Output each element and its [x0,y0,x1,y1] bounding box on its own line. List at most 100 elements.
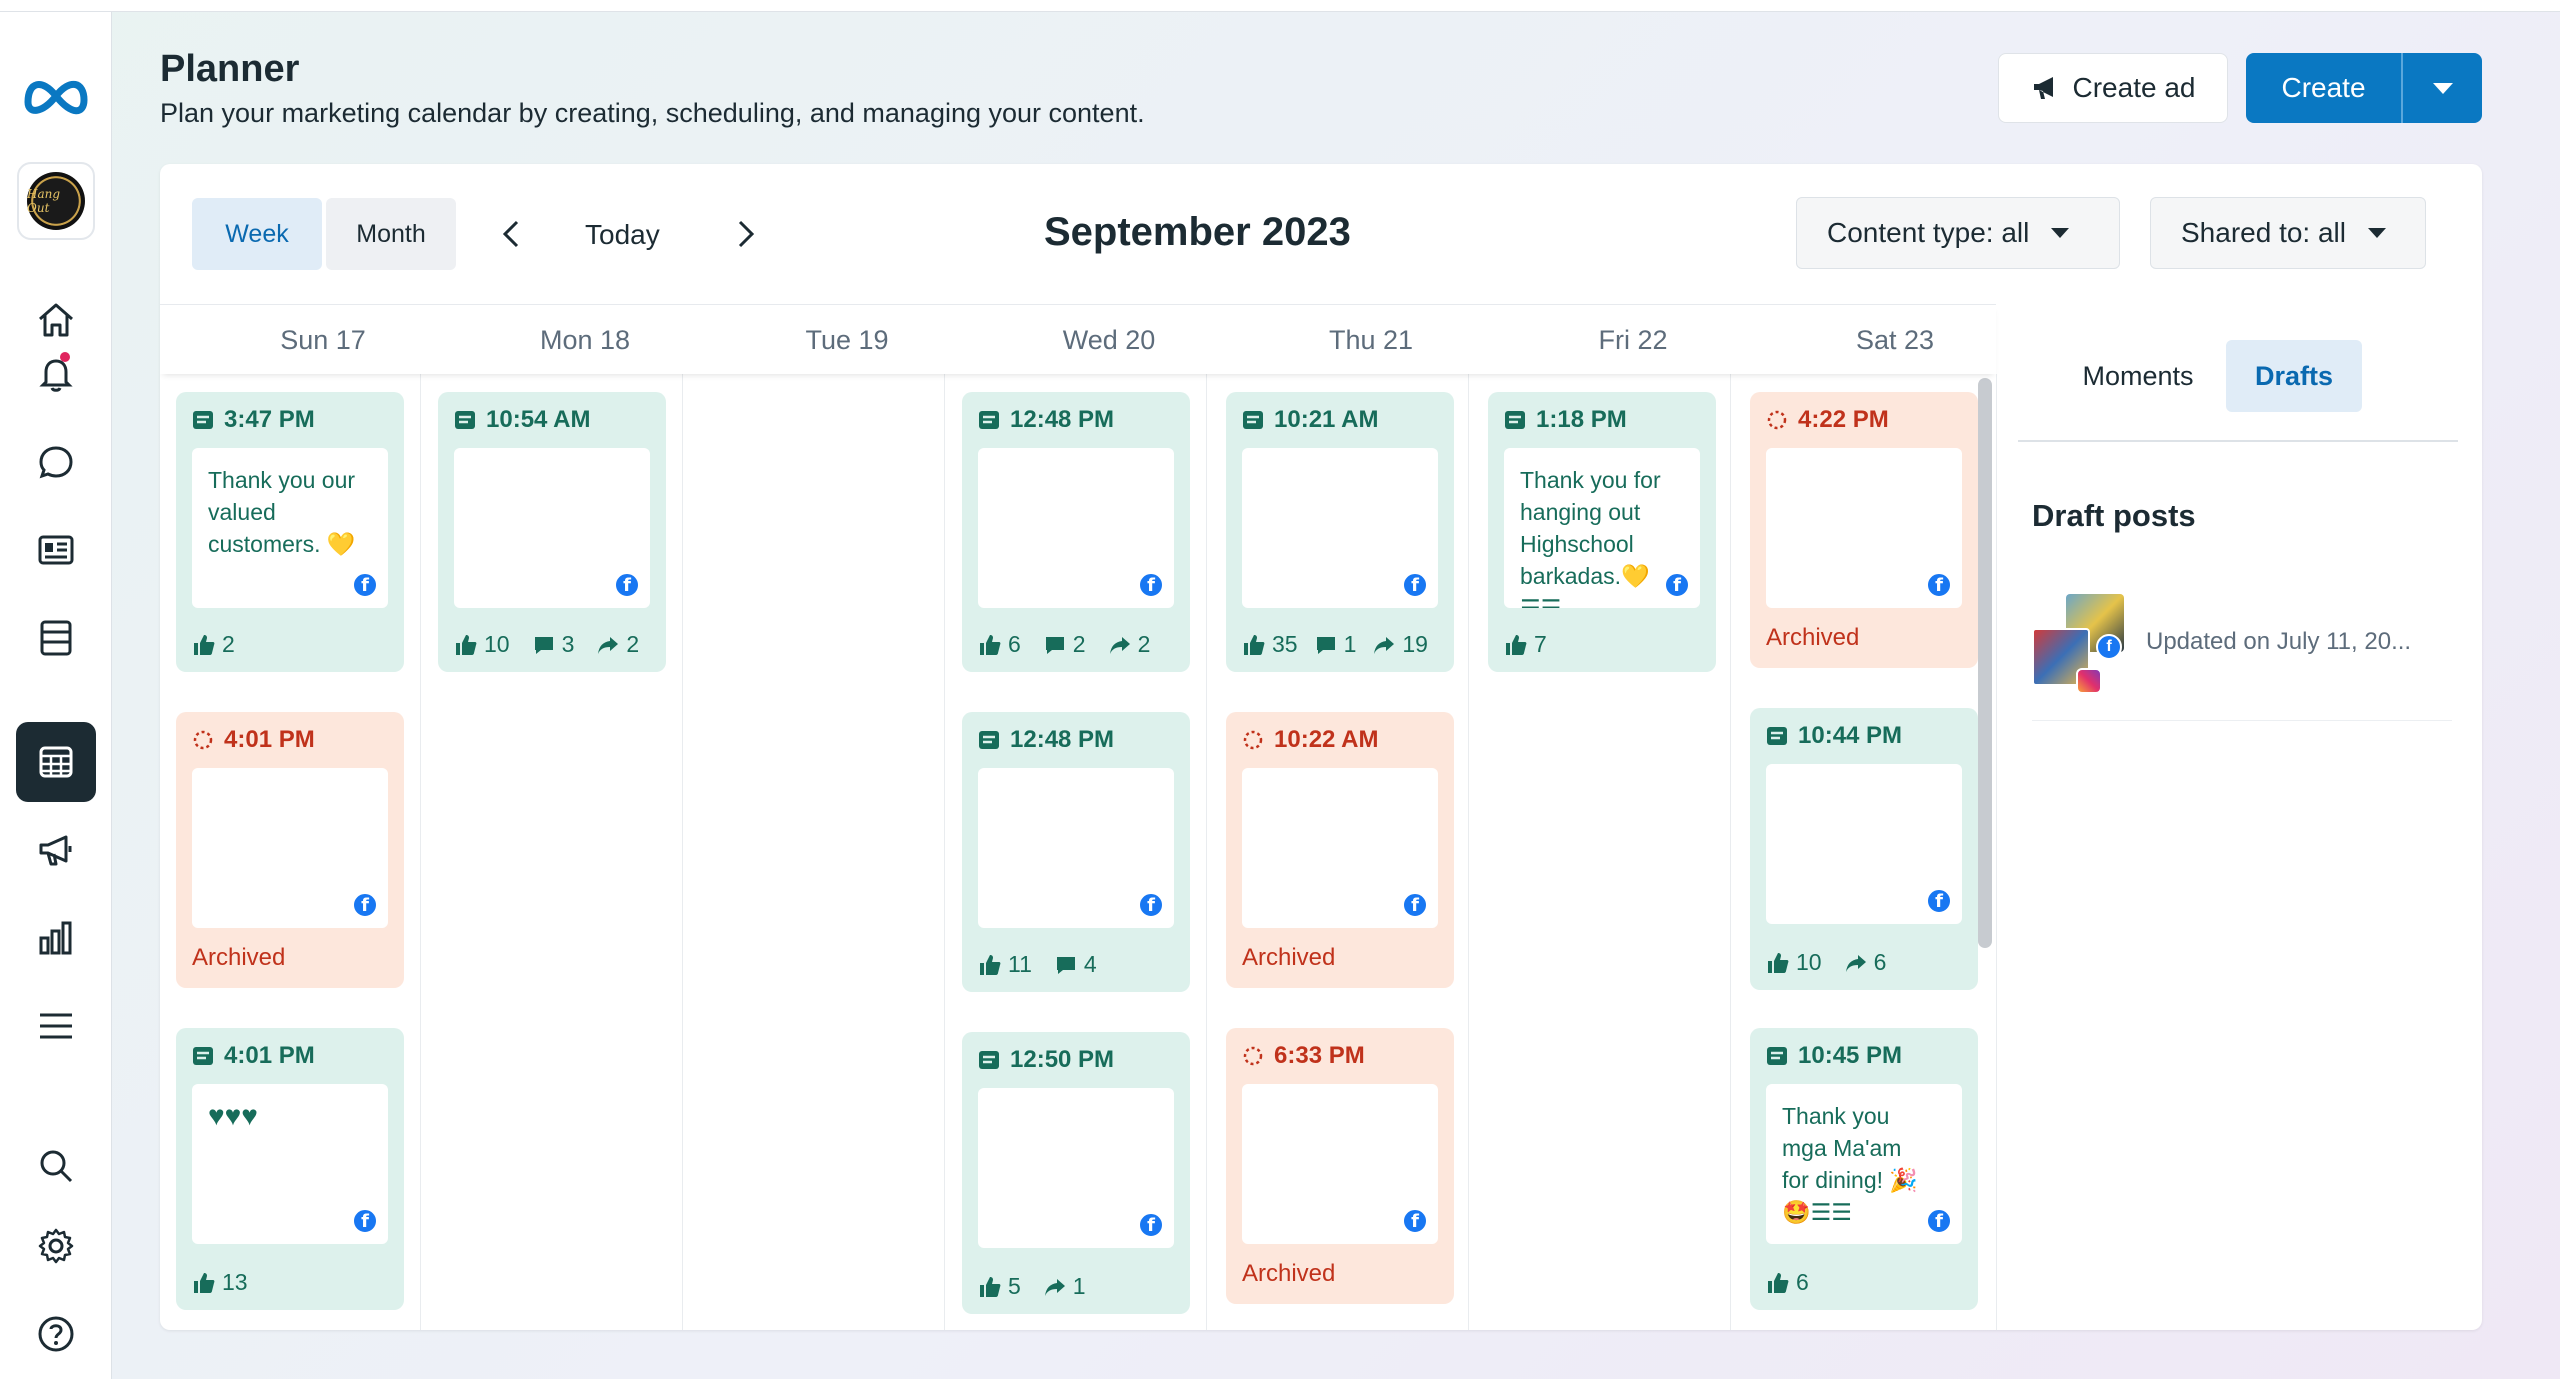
post-card[interactable]: 10:22 AM f Archived [1226,712,1454,988]
play-icon [1258,1208,1276,1230]
menu-icon[interactable] [16,986,96,1066]
create-dropdown-button[interactable] [2401,53,2482,123]
content-icon[interactable] [16,510,96,590]
create-button[interactable]: Create [2246,53,2482,123]
like-icon [1506,634,1527,655]
archived-status-icon [1243,1046,1263,1066]
post-image: f [1242,448,1438,608]
post-preview: f [978,448,1174,608]
day-header: Tue 19 [805,324,889,355]
post-card[interactable]: 6:33 PM f Archived [1226,1028,1454,1304]
day-header: Mon 18 [539,324,631,355]
post-card[interactable]: 10:44 PM f 10 6 [1750,708,1978,990]
search-icon[interactable] [16,1126,96,1206]
likes-count: 35 [1272,631,1298,657]
tab-moments[interactable]: Moments [2058,340,2218,412]
caret-down-icon [2368,228,2386,238]
drafts-title: Draft posts [2032,498,2196,533]
post-stats: 10 6 [1766,949,1886,976]
post-text: Thank you for hanging out Highschool bar… [1520,467,1661,608]
likes-count: 11 [1008,951,1032,977]
post-card[interactable]: 10:54 AM f 10 3 2 [438,392,666,672]
shared-to-label: Shared to: all [2181,217,2346,248]
page-avatar[interactable]: Hang Out [17,162,95,240]
month-view-button[interactable]: Month [326,198,456,270]
tab-drafts[interactable]: Drafts [2226,340,2362,412]
post-card[interactable]: 1:18 PM Thank you for hanging out Highsc… [1488,392,1716,672]
share-icon [1044,1278,1065,1296]
post-stats: 13 [192,1269,248,1296]
tab-divider [2018,440,2458,442]
post-icon [455,411,475,429]
post-card[interactable]: 10:21 AM f 35 1 19 [1226,392,1454,672]
facebook-icon: f [1138,892,1164,918]
facebook-icon: f [1664,572,1690,598]
post-preview: Thank you for hanging out Highschool bar… [1504,448,1700,608]
create-ad-label: Create ad [2072,72,2196,103]
calendar-scrollbar[interactable] [1978,378,1992,948]
post-card[interactable]: 4:01 PM ♥♥♥ f 13 [176,1028,404,1310]
instagram-icon [2076,668,2102,694]
likes-count: 7 [1534,631,1547,657]
column-divider [1996,374,1997,1330]
chevron-right-icon[interactable] [725,214,765,254]
day-header: Sat 23 [1855,324,1935,355]
like-icon [1244,634,1265,655]
inbox-icon[interactable] [16,422,96,502]
post-stats: 2 [192,631,235,658]
day-header-row: Sun 17 Mon 18 Tue 19 Wed 20 Thu 21 Fri 2… [160,304,1996,374]
column-divider [1206,374,1207,1330]
archived-status-icon [1243,730,1263,750]
post-icon [979,1051,999,1069]
draft-item[interactable]: f Updated on July 11, 20... [2032,588,2452,698]
post-time: 3:47 PM [224,406,315,433]
post-preview: f [978,768,1174,928]
today-button[interactable]: Today [585,219,660,251]
facebook-icon: f [1926,888,1952,914]
archived-label: Archived [1766,624,1860,651]
week-calendar: Sun 17 Mon 18 Tue 19 Wed 20 Thu 21 Fri 2… [160,304,1997,1330]
help-icon[interactable] [16,1294,96,1374]
comments-count: 2 [1072,631,1086,657]
post-icon [193,1047,213,1065]
settings-icon[interactable] [16,1206,96,1286]
planner-icon[interactable] [16,722,96,802]
shared-to-dropdown[interactable]: Shared to: all [2150,197,2426,269]
post-stats: 11 4 [978,951,1097,978]
day-header: Wed 20 [1062,324,1156,355]
insights-icon[interactable] [16,898,96,978]
column-divider [682,374,683,1330]
post-stats: 6 2 2 [978,631,1150,658]
share-icon [1845,954,1866,972]
facebook-icon: f [1138,572,1164,598]
planner-card: Week Month Today September 2023 Content … [160,164,2482,1330]
like-icon [456,634,477,655]
comment-icon [534,636,553,654]
post-card[interactable]: 3:47 PM Thank you our valued customers. … [176,392,404,672]
post-time: 10:54 AM [486,406,591,433]
create-ad-button[interactable]: Create ad [1998,53,2228,123]
post-card[interactable]: 12:48 PM f 6 2 2 [962,392,1190,672]
facebook-icon: f [1926,1208,1952,1234]
draft-updated-text: Updated on July 11, 20... [2146,628,2412,655]
notifications-icon[interactable] [16,334,96,414]
day-header: Sun 17 [280,324,366,355]
week-view-button[interactable]: Week [192,198,322,270]
chevron-left-icon[interactable] [492,214,532,254]
post-card[interactable]: 4:22 PM f Archived [1750,392,1978,668]
facebook-icon: f [1402,892,1428,918]
posts-icon[interactable] [16,598,96,678]
meta-logo-icon[interactable] [20,70,92,120]
content-type-dropdown[interactable]: Content type: all [1796,197,2120,269]
share-icon [598,636,619,654]
caret-down-icon [2432,82,2453,94]
post-time: 12:50 PM [1010,1046,1115,1073]
ads-icon[interactable] [16,810,96,890]
post-card[interactable]: 4:01 PM f Archived [176,712,404,988]
post-card[interactable]: 10:45 PM Thank you mga Ma'am for dining!… [1750,1028,1978,1310]
carousel-icon [1252,574,1278,598]
post-card[interactable]: 12:50 PM f 5 1 [962,1032,1190,1314]
like-icon [1768,1272,1789,1293]
post-card[interactable]: 12:48 PM f 11 4 [962,712,1190,992]
divider [2032,720,2452,721]
